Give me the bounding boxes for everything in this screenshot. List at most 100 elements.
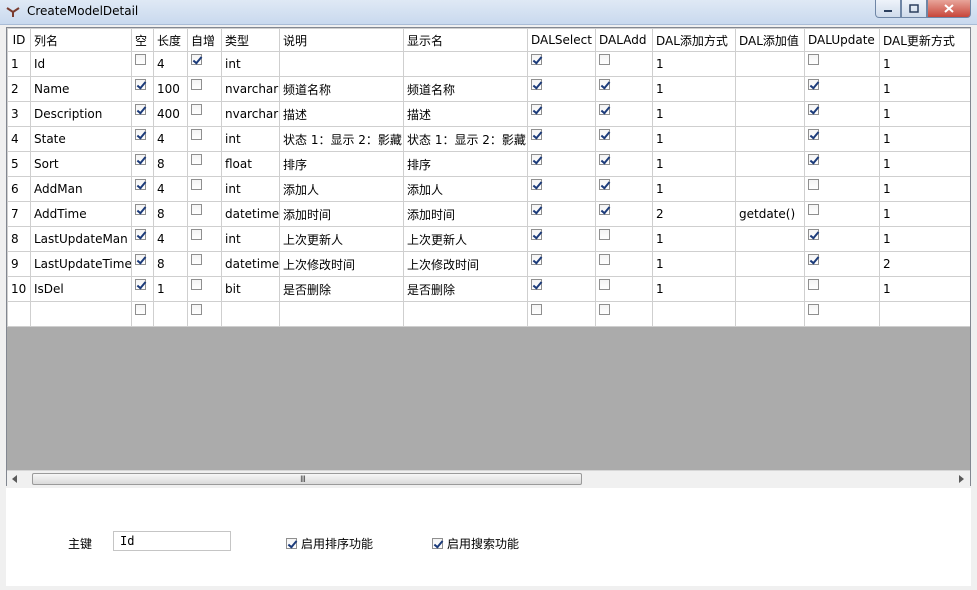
cell-id[interactable]: 5: [7, 151, 31, 177]
table-row[interactable]: 9 LastUpdateTime 8 datetime 上次修改时间 上次修改时间 1 2: [7, 251, 970, 277]
cell-display-name[interactable]: [403, 301, 528, 327]
cell-add-mode[interactable]: 1: [652, 101, 736, 127]
cell-length[interactable]: 4: [153, 51, 188, 77]
column-header[interactable]: DALSelect: [527, 28, 596, 52]
cell-display-name[interactable]: 上次更新人: [403, 226, 528, 252]
column-header[interactable]: 空: [131, 28, 154, 52]
checkbox-icon[interactable]: [191, 179, 202, 190]
cell-display-name[interactable]: 添加时间: [403, 201, 528, 227]
table-row[interactable]: 8 LastUpdateMan 4 int 上次更新人 上次更新人 1 1: [7, 226, 970, 252]
checkbox-icon[interactable]: [191, 204, 202, 215]
checkbox-icon[interactable]: [808, 254, 819, 265]
cell-update-mode[interactable]: 1: [879, 76, 970, 102]
cell-dal-add[interactable]: [595, 101, 653, 127]
checkbox-icon[interactable]: [531, 279, 542, 290]
cell-type[interactable]: datetime: [221, 251, 280, 277]
close-button[interactable]: [927, 0, 971, 18]
cell-description[interactable]: [279, 51, 404, 77]
cell-name[interactable]: LastUpdateMan: [30, 226, 132, 252]
cell-add-value[interactable]: [735, 76, 805, 102]
cell-identity[interactable]: [187, 251, 222, 277]
cell-nullable[interactable]: [131, 101, 154, 127]
checkbox-icon[interactable]: [808, 229, 819, 240]
checkbox-icon[interactable]: [135, 254, 146, 265]
cell-name[interactable]: Name: [30, 76, 132, 102]
cell-description[interactable]: 是否删除: [279, 276, 404, 302]
cell-identity[interactable]: [187, 151, 222, 177]
column-header[interactable]: DALAdd: [595, 28, 653, 52]
checkbox-icon[interactable]: [531, 204, 542, 215]
cell-dal-update[interactable]: [804, 51, 880, 77]
cell-add-value[interactable]: [735, 226, 805, 252]
cell-update-mode[interactable]: 1: [879, 101, 970, 127]
cell-add-value[interactable]: [735, 151, 805, 177]
cell-identity[interactable]: [187, 301, 222, 327]
cell-add-value[interactable]: [735, 176, 805, 202]
table-row[interactable]: 7 AddTime 8 datetime 添加时间 添加时间 2 getdate() 1: [7, 201, 970, 227]
checkbox-icon[interactable]: [531, 79, 542, 90]
column-header[interactable]: DAL添加方式: [652, 28, 736, 52]
cell-nullable[interactable]: [131, 301, 154, 327]
cell-add-mode[interactable]: [652, 301, 736, 327]
cell-nullable[interactable]: [131, 126, 154, 152]
cell-update-mode[interactable]: 1: [879, 126, 970, 152]
cell-description[interactable]: [279, 301, 404, 327]
cell-type[interactable]: datetime: [221, 201, 280, 227]
cell-dal-add[interactable]: [595, 51, 653, 77]
column-header[interactable]: 列名: [30, 28, 132, 52]
checkbox-icon[interactable]: [808, 279, 819, 290]
cell-dal-select[interactable]: [527, 226, 596, 252]
checkbox-icon[interactable]: [135, 204, 146, 215]
checkbox-icon[interactable]: [531, 154, 542, 165]
cell-update-mode[interactable]: 1: [879, 176, 970, 202]
cell-nullable[interactable]: [131, 151, 154, 177]
cell-type[interactable]: int: [221, 126, 280, 152]
cell-display-name[interactable]: 排序: [403, 151, 528, 177]
cell-length[interactable]: 4: [153, 176, 188, 202]
cell-display-name[interactable]: 上次修改时间: [403, 251, 528, 277]
cell-description[interactable]: 排序: [279, 151, 404, 177]
cell-add-value[interactable]: [735, 51, 805, 77]
checkbox-icon[interactable]: [531, 304, 542, 315]
cell-dal-update[interactable]: [804, 151, 880, 177]
checkbox-icon[interactable]: [599, 179, 610, 190]
cell-id[interactable]: 8: [7, 226, 31, 252]
cell-type[interactable]: [221, 301, 280, 327]
cell-display-name[interactable]: 频道名称: [403, 76, 528, 102]
cell-name[interactable]: Id: [30, 51, 132, 77]
cell-length[interactable]: 8: [153, 151, 188, 177]
cell-display-name[interactable]: 添加人: [403, 176, 528, 202]
primary-key-input[interactable]: [113, 531, 231, 551]
cell-dal-add[interactable]: [595, 301, 653, 327]
cell-add-mode[interactable]: 1: [652, 251, 736, 277]
cell-identity[interactable]: [187, 226, 222, 252]
cell-description[interactable]: 状态 1：显示 2：影藏: [279, 126, 404, 152]
cell-add-value[interactable]: [735, 101, 805, 127]
checkbox-icon[interactable]: [191, 79, 202, 90]
cell-update-mode[interactable]: 1: [879, 201, 970, 227]
cell-type[interactable]: nvarchar: [221, 101, 280, 127]
cell-identity[interactable]: [187, 126, 222, 152]
cell-nullable[interactable]: [131, 176, 154, 202]
cell-add-mode[interactable]: 1: [652, 176, 736, 202]
cell-display-name[interactable]: [403, 51, 528, 77]
cell-identity[interactable]: [187, 176, 222, 202]
cell-add-value[interactable]: [735, 251, 805, 277]
cell-length[interactable]: 100: [153, 76, 188, 102]
cell-add-value[interactable]: getdate(): [735, 201, 805, 227]
cell-dal-update[interactable]: [804, 276, 880, 302]
scroll-thumb[interactable]: III: [32, 473, 582, 485]
column-header[interactable]: 显示名: [403, 28, 528, 52]
cell-dal-update[interactable]: [804, 251, 880, 277]
checkbox-icon[interactable]: [191, 154, 202, 165]
cell-dal-add[interactable]: [595, 276, 653, 302]
cell-add-mode[interactable]: 1: [652, 76, 736, 102]
checkbox-icon[interactable]: [531, 254, 542, 265]
column-header[interactable]: 长度: [153, 28, 188, 52]
cell-identity[interactable]: [187, 101, 222, 127]
checkbox-icon[interactable]: [191, 129, 202, 140]
cell-name[interactable]: Description: [30, 101, 132, 127]
cell-display-name[interactable]: 描述: [403, 101, 528, 127]
checkbox-icon[interactable]: [135, 179, 146, 190]
cell-dal-select[interactable]: [527, 276, 596, 302]
